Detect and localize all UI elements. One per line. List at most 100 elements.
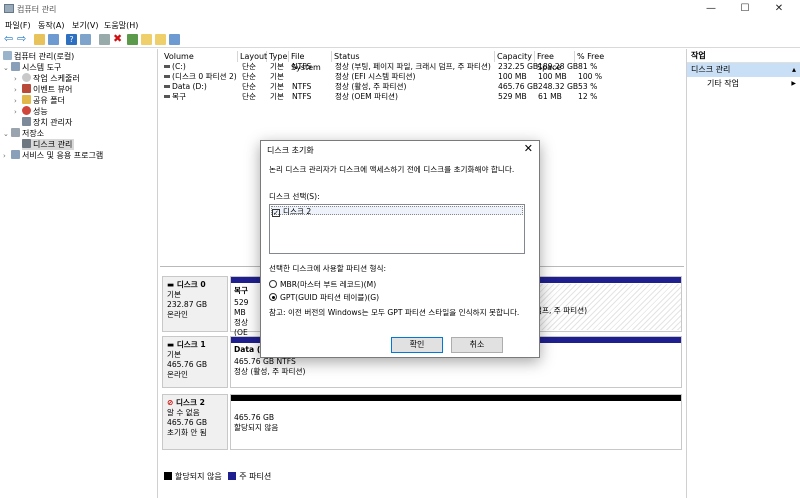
cell-percent-free: 100 % [578, 72, 603, 81]
tree-item-event-viewer[interactable]: › 이벤트 뷰어 [14, 84, 72, 95]
menu-bar: 파일(F) 동작(A) 보기(V) 도움말(H) [0, 18, 800, 32]
unallocated-space[interactable]: 465.76 GB 할당되지 않음 [231, 401, 681, 435]
column-header-file-system[interactable]: File System [289, 51, 332, 72]
disk-2-label[interactable]: ⊘ 디스크 2 알 수 없음 465.76 GB 초기화 안 됨 [162, 394, 228, 450]
tree-item-task-scheduler[interactable]: › 작업 스케줄러 [14, 73, 80, 84]
column-header-status[interactable]: Status [332, 51, 495, 62]
cell-file-system: NTFS [292, 82, 312, 91]
menu-action[interactable]: 동작(A) [38, 20, 64, 31]
menu-file[interactable]: 파일(F) [5, 20, 31, 31]
delete-icon[interactable]: ✖ [113, 33, 124, 45]
table-row[interactable]: (디스크 0 파티션 2) 단순 기본 정상 (EFI 시스템 파티션) 100… [160, 72, 684, 82]
cell-layout: 단순 [242, 82, 256, 91]
legend-primary: 주 파티션 [239, 472, 272, 481]
open-icon[interactable] [155, 34, 166, 45]
collapse-chevron-icon[interactable]: ⌄ [3, 129, 11, 140]
up-folder-icon[interactable] [34, 34, 45, 45]
mbr-option[interactable]: MBR(마스터 부트 레코드)(M) [269, 279, 376, 290]
tree-item-storage[interactable]: ⌄ 저장소 [3, 128, 44, 139]
tree-item-performance[interactable]: › 성능 [14, 106, 48, 117]
event-viewer-icon [22, 84, 31, 93]
window-title: 컴퓨터 관리 [17, 5, 57, 14]
tree-item-system-tools[interactable]: ⌄ 시스템 도구 [3, 62, 61, 73]
mbr-radio[interactable] [269, 280, 277, 288]
disk-1-label[interactable]: ▬ 디스크 1 기본 465.76 GB 온라인 [162, 336, 228, 388]
tree-label: 저장소 [22, 129, 45, 138]
back-arrow-icon[interactable]: ⇦ [4, 33, 15, 45]
column-header-layout[interactable]: Layout [238, 51, 267, 62]
column-header-capacity[interactable]: Capacity [495, 51, 535, 62]
disk-checkbox[interactable]: ✓ [272, 209, 280, 217]
collapse-chevron-icon[interactable]: ⌄ [3, 63, 11, 74]
connect-icon[interactable] [99, 34, 110, 45]
unallocated-swatch [164, 472, 172, 480]
menu-view[interactable]: 보기(V) [72, 20, 98, 31]
expand-chevron-icon[interactable]: › [3, 151, 11, 162]
partition-c[interactable]: 덤프, 주 파티션) [531, 284, 681, 330]
table-row[interactable]: Data (D:) 단순 기본 NTFS 정상 (활성, 주 파티션) 465.… [160, 82, 684, 92]
partition-status-right: 덤프, 주 파티션) [535, 306, 588, 315]
dialog-intro: 논리 디스크 관리자가 디스크에 액세스하기 전에 디스크를 초기화해야 합니다… [269, 165, 515, 174]
tree-item-computer-management[interactable]: 컴퓨터 관리(로컬) [3, 51, 74, 62]
cancel-button[interactable]: 취소 [451, 337, 503, 353]
disk-name: 디스크 0 [176, 280, 206, 289]
table-row[interactable]: 복구 단순 기본 NTFS 정상 (OEM 파티션) 529 MB 61 MB … [160, 92, 684, 102]
disk-name: 디스크 2 [176, 398, 205, 407]
tree-label: 디스크 관리 [33, 140, 73, 149]
show-hide-tree-icon[interactable] [48, 34, 59, 45]
column-header-percent-free[interactable]: % Free [575, 51, 615, 62]
expand-chevron-icon[interactable]: › [14, 107, 22, 118]
properties-icon[interactable] [80, 34, 91, 45]
ok-button[interactable]: 확인 [391, 337, 443, 353]
tree-item-shared-folders[interactable]: › 공유 폴더 [14, 95, 65, 106]
disk-0-label[interactable]: ▬ 디스크 0 기본 232.87 GB 온라인 [162, 276, 228, 332]
gpt-option[interactable]: GPT(GUID 파티션 테이블)(G) [269, 292, 379, 303]
disk-list-item[interactable]: ✓ 디스크 2 [271, 206, 523, 217]
list-view-icon[interactable] [169, 34, 180, 45]
tree-label: 성능 [33, 107, 48, 116]
disk-list[interactable]: ✓ 디스크 2 [269, 204, 525, 254]
table-row[interactable]: (C:) 단순 기본 NTFS 정상 (부팅, 페이지 파일, 크래시 덤프, … [160, 62, 684, 72]
actions-more[interactable]: 기타 작업 ▶ [687, 77, 800, 91]
tree-item-device-manager[interactable]: 장치 관리자 [22, 117, 72, 128]
disk-icon: ▬ [167, 280, 177, 289]
device-manager-icon [22, 117, 31, 126]
disk-status: 온라인 [167, 310, 188, 319]
partition-recovery[interactable]: 복구 529 MB 정상 (OE [231, 284, 261, 337]
column-header-type[interactable]: Type [267, 51, 289, 62]
maximize-button[interactable]: ☐ [728, 0, 762, 18]
help-icon[interactable]: ? [66, 34, 77, 45]
tree-item-services-apps[interactable]: › 서비스 및 응용 프로그램 [3, 150, 103, 161]
tree-label: 이벤트 뷰어 [33, 85, 73, 94]
column-header-free-space[interactable]: Free Space [535, 51, 575, 72]
close-button[interactable]: ✕ [762, 0, 796, 18]
clock-icon [22, 73, 31, 82]
drive-icon [164, 65, 170, 68]
cell-type: 기본 [270, 62, 284, 71]
cell-volume: (C:) [172, 62, 186, 71]
new-folder-icon[interactable] [141, 34, 152, 45]
menu-help[interactable]: 도움말(H) [104, 20, 138, 31]
unallocated-status: 할당되지 않음 [234, 423, 279, 432]
cell-free-space: 189.28 GB [538, 62, 579, 71]
forward-arrow-icon[interactable]: ⇨ [17, 33, 28, 45]
minimize-button[interactable]: — [694, 0, 728, 18]
check-icon[interactable] [127, 34, 138, 45]
dialog-close-button[interactable]: ✕ [524, 142, 533, 155]
tree-item-disk-management[interactable]: 디스크 관리 [22, 139, 75, 150]
gpt-radio[interactable] [269, 293, 277, 301]
partition-name: 복구 [234, 286, 248, 295]
disk-type: 기본 [167, 290, 181, 299]
services-icon [11, 150, 20, 159]
mbr-label: MBR(마스터 부트 레코드)(M) [280, 280, 377, 289]
title-bar: 컴퓨터 관리 — ☐ ✕ [0, 0, 800, 18]
cell-percent-free: 81 % [578, 62, 598, 71]
disk-uninitialized-icon: ⊘ [167, 398, 177, 407]
storage-icon [11, 128, 20, 137]
tree-label: 장치 관리자 [33, 118, 73, 127]
column-header-volume[interactable]: Volume [162, 51, 238, 62]
dialog-note: 참고: 이전 버전의 Windows는 모두 GPT 파티션 스타일을 인식하지… [269, 308, 520, 317]
disk-status: 초기화 안 됨 [167, 428, 207, 437]
actions-disk-management[interactable]: 디스크 관리 ▴ [687, 63, 800, 77]
actions-pane: 작업 디스크 관리 ▴ 기타 작업 ▶ [686, 49, 800, 498]
